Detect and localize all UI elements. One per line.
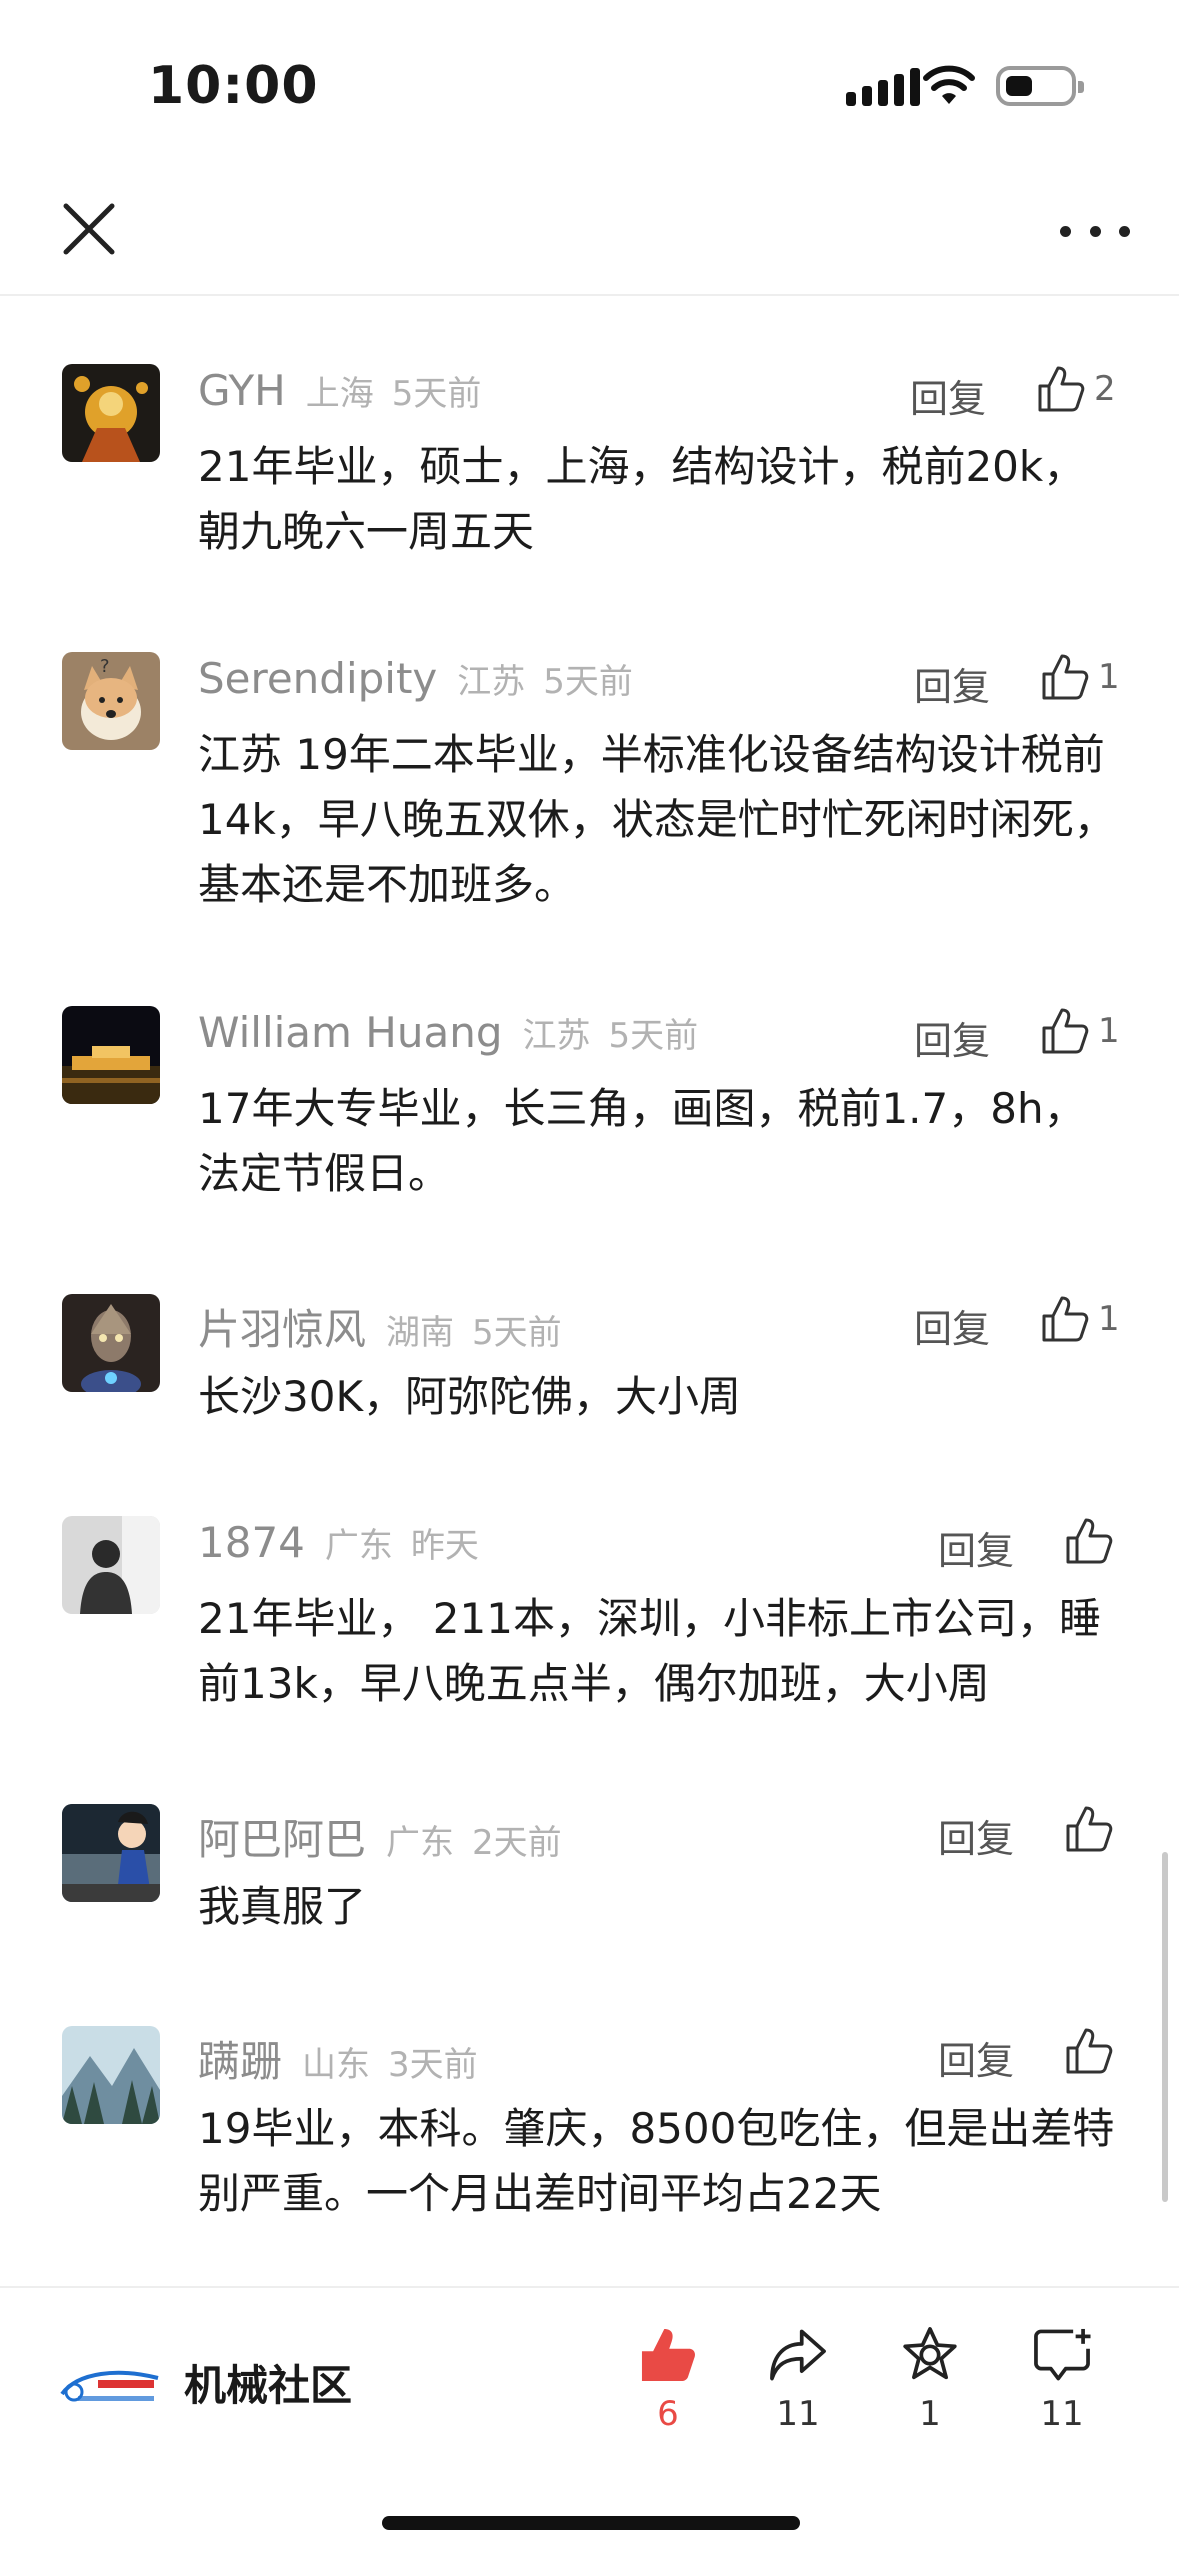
svg-text:?: ? [100, 656, 110, 677]
avatar[interactable] [62, 364, 160, 462]
brand-logo-icon [60, 2370, 159, 2401]
comment-text: 17年大专毕业，长三角，画图，税前1.7，8h，法定节假日。 [198, 1084, 1086, 1198]
user-location: 江苏 [457, 662, 526, 702]
comment-text: 21年毕业， 211本，深圳，小非标上市公司，睡前13k，早八晚五点半，偶尔加班… [198, 1594, 1101, 1708]
scrollbar[interactable] [1162, 1852, 1168, 2202]
comment-time: 昨天 [410, 1526, 479, 1566]
user-name[interactable]: GYH [198, 366, 286, 415]
comment-time: 5天前 [472, 1313, 562, 1353]
user-name[interactable]: 阿巴阿巴 [198, 1806, 366, 1867]
user-name[interactable]: 1874 [198, 1518, 305, 1567]
reply-button[interactable]: 回复 [938, 1520, 1014, 1575]
avatar[interactable] [62, 1804, 160, 1902]
cellular-signal-icon [846, 68, 920, 106]
avatar[interactable] [62, 2026, 160, 2124]
top-nav-bar [0, 170, 1179, 296]
close-icon[interactable] [54, 194, 124, 264]
status-time: 10:00 [148, 56, 319, 116]
favorite-count: 1 [919, 2394, 941, 2434]
thumbs-up-icon [1042, 654, 1089, 700]
thumbs-up-icon [1038, 366, 1085, 412]
battery-icon [996, 66, 1084, 106]
avatar[interactable] [62, 1006, 160, 1104]
thumbs-up-filled-icon [641, 2328, 696, 2382]
more-dots-icon[interactable] [1060, 206, 1130, 256]
like-count: 2 [1094, 369, 1116, 409]
reply-button[interactable]: 回复 [938, 1808, 1014, 1863]
like-post-button[interactable]: 6 [618, 2324, 718, 2434]
reply-button[interactable]: 回复 [914, 1010, 990, 1065]
like-button[interactable] [1064, 1516, 1122, 1566]
like-button[interactable]: 1 [1040, 1006, 1120, 1056]
like-count: 1 [1098, 657, 1120, 697]
like-button[interactable]: 1 [1040, 1294, 1120, 1344]
comment-text: 江苏 19年二本毕业，半标准化设备结构设计税前14k，早八晚五双休，状态是忙时忙… [198, 730, 1116, 909]
favorite-button[interactable]: 1 [880, 2324, 980, 2434]
user-location: 湖南 [386, 1313, 455, 1353]
user-location: 江苏 [522, 1016, 591, 1056]
thumbs-up-icon [1066, 2028, 1113, 2074]
user-name[interactable]: 蹒跚 [198, 2028, 282, 2089]
comment-text: 21年毕业，硕士，上海，结构设计，税前20k，朝九晚六一周五天 [198, 442, 1086, 556]
reply-button[interactable]: 回复 [914, 656, 990, 711]
like-count: 1 [1098, 1299, 1120, 1339]
wifi-icon [923, 65, 975, 104]
thumbs-up-icon [1042, 1008, 1089, 1054]
user-name[interactable]: Serendipity [198, 654, 437, 703]
comment-time: 2天前 [472, 1823, 562, 1863]
comment-add-icon [1034, 2328, 1091, 2381]
community-brand[interactable]: 机械社区 [58, 2352, 352, 2413]
user-location: 广东 [386, 1823, 455, 1863]
comment-text: 我真服了 [198, 1882, 367, 1931]
comment-time: 5天前 [543, 662, 633, 702]
user-location: 广东 [324, 1526, 393, 1566]
user-location: 山东 [302, 2045, 371, 2085]
share-button[interactable]: 11 [748, 2324, 848, 2434]
avatar[interactable]: ? [62, 652, 160, 750]
user-name[interactable]: 片羽惊风 [198, 1296, 366, 1357]
comment-time: 5天前 [608, 1016, 699, 1056]
like-button[interactable]: 1 [1040, 652, 1120, 702]
comment-count: 11 [1040, 2394, 1084, 2434]
like-post-count: 6 [657, 2394, 679, 2434]
like-button[interactable] [1064, 1804, 1122, 1854]
avatar[interactable] [62, 1516, 160, 1614]
comment-button[interactable]: 11 [1012, 2324, 1112, 2434]
user-location: 上海 [305, 374, 374, 414]
status-bar: 10:00 [0, 0, 1179, 170]
like-button[interactable] [1064, 2026, 1122, 2076]
share-count: 11 [776, 2394, 820, 2434]
thumbs-up-icon [1066, 1518, 1113, 1564]
user-name[interactable]: William Huang [198, 1008, 503, 1057]
reply-button[interactable]: 回复 [914, 1298, 990, 1353]
thumbs-up-icon [1042, 1296, 1089, 1342]
community-name: 机械社区 [184, 2361, 353, 2410]
comment-text: 长沙30K，阿弥陀佛，大小周 [198, 1372, 741, 1421]
comment-time: 3天前 [388, 2045, 478, 2085]
home-indicator[interactable] [382, 2516, 800, 2530]
thumbs-up-icon [1066, 1806, 1113, 1852]
comment-list: GYH 上海 5天前 回复 2 21年毕业，硕士，上海，结构设计，税前20k，朝九晚… [0, 296, 1179, 2286]
star-icon [903, 2327, 957, 2380]
reply-button[interactable]: 回复 [910, 368, 986, 423]
avatar[interactable] [62, 1294, 160, 1392]
like-button[interactable]: 2 [1036, 364, 1116, 414]
share-arrow-icon [770, 2329, 826, 2381]
reply-button[interactable]: 回复 [938, 2030, 1014, 2085]
comment-text: 19毕业，本科。肇庆，8500包吃住，但是出差特别严重。一个月出差时间平均占22… [198, 2104, 1115, 2218]
like-count: 1 [1098, 1011, 1120, 1051]
comment-time: 5天前 [391, 374, 482, 414]
